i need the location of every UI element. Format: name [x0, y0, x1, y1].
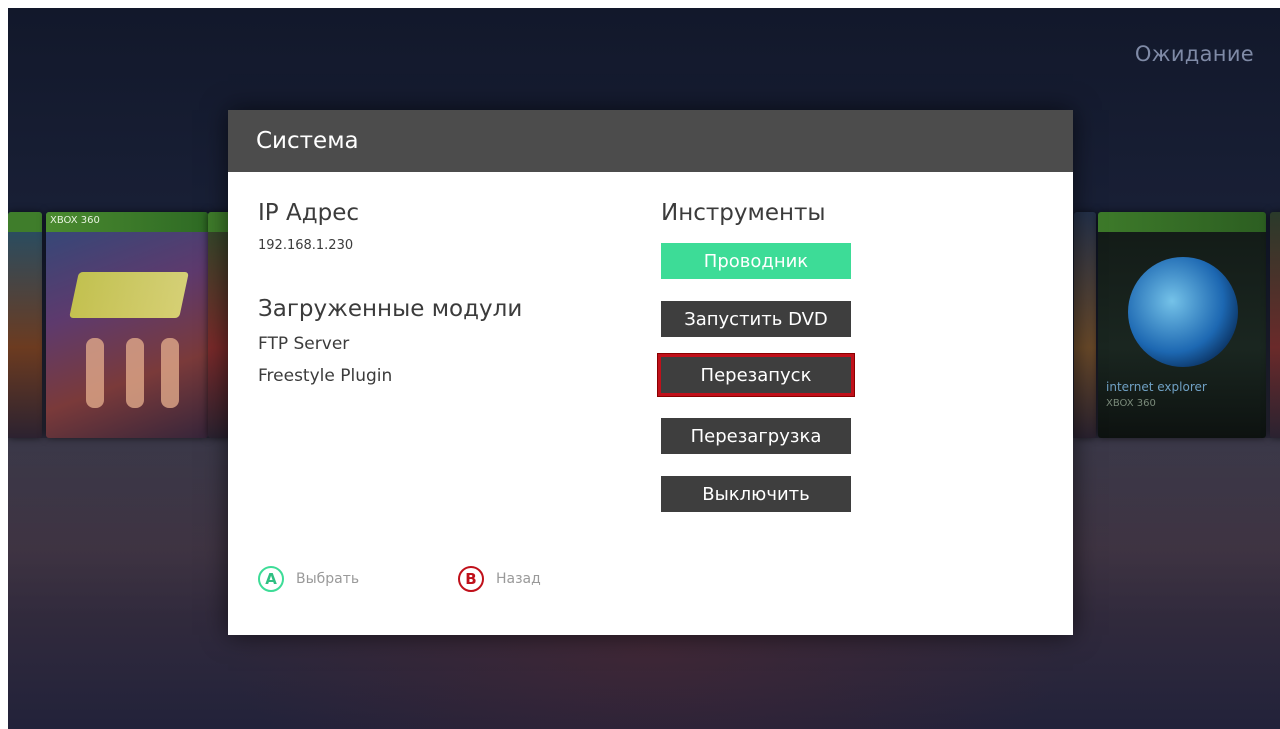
dialog-title: Система: [228, 110, 1073, 172]
cover-figure: [126, 338, 144, 408]
reboot-button[interactable]: Перезагрузка: [661, 418, 851, 454]
cover-figure: [161, 338, 179, 408]
game-cover-far-right[interactable]: [1270, 212, 1280, 438]
cover-badge: XBOX 360: [50, 215, 100, 226]
back-hint-label: Назад: [496, 571, 541, 587]
launch-dvd-button[interactable]: Запустить DVD: [661, 301, 851, 337]
module-item: Freestyle Plugin: [258, 366, 393, 386]
game-cover-mid-right[interactable]: [1074, 212, 1096, 438]
cover-band: [1098, 212, 1266, 232]
module-item: FTP Server: [258, 334, 350, 354]
a-button-icon: A: [258, 566, 284, 592]
cover-logo: [69, 272, 189, 318]
cover-figure: [86, 338, 104, 408]
loaded-modules-label: Загруженные модули: [258, 296, 523, 322]
game-cover-kinect-sports[interactable]: XBOX 360: [46, 212, 208, 438]
select-hint[interactable]: A Выбрать: [258, 566, 359, 592]
ip-address-value: 192.168.1.230: [258, 238, 354, 253]
game-cover-far-left[interactable]: [8, 212, 42, 438]
cover-band: XBOX 360: [46, 212, 208, 232]
system-dialog: Система IP Адрес 192.168.1.230 Загруженн…: [228, 110, 1073, 635]
cover-band: [8, 212, 42, 232]
game-cover-internet-explorer[interactable]: internet explorer XBOX 360: [1098, 212, 1266, 438]
status-text: Ожидание: [1134, 42, 1254, 66]
shutdown-button[interactable]: Выключить: [661, 476, 851, 512]
back-hint[interactable]: B Назад: [458, 566, 541, 592]
file-manager-button[interactable]: Проводник: [661, 243, 851, 279]
tools-label: Инструменты: [661, 200, 826, 226]
cover-title: internet explorer: [1106, 380, 1207, 394]
cover-platform: XBOX 360: [1106, 398, 1156, 409]
ip-address-label: IP Адрес: [258, 200, 359, 226]
select-hint-label: Выбрать: [296, 571, 360, 587]
b-button-icon: B: [458, 566, 484, 592]
internet-explorer-logo-icon: [1128, 257, 1238, 367]
restart-button[interactable]: Перезапуск: [658, 354, 854, 396]
